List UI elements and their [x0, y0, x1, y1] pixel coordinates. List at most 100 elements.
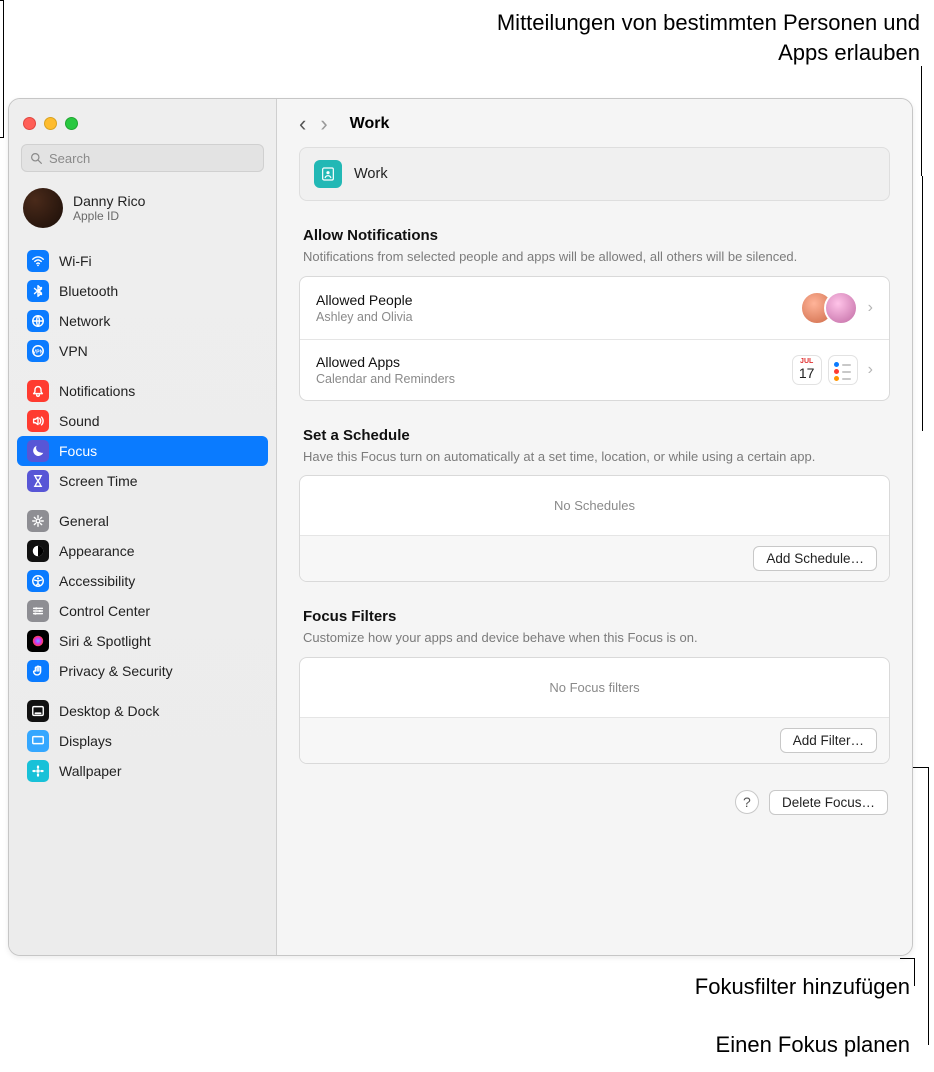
sidebar-item-vpn[interactable]: VPNVPN: [17, 336, 268, 366]
sidebar-item-label: Network: [59, 313, 110, 329]
lead-line: [922, 176, 923, 431]
wifi-icon: [27, 250, 49, 272]
back-button[interactable]: ‹: [299, 113, 306, 135]
search-placeholder: Search: [49, 151, 90, 166]
sidebar-item-label: Screen Time: [59, 473, 138, 489]
add-filter-button[interactable]: Add Filter…: [780, 728, 877, 753]
delete-focus-button[interactable]: Delete Focus…: [769, 790, 888, 815]
schedule-desc: Have this Focus turn on automatically at…: [303, 448, 863, 466]
sidebar-item-bluetooth[interactable]: Bluetooth: [17, 276, 268, 306]
sidebar-item-general[interactable]: General: [17, 506, 268, 536]
hand-icon: [27, 660, 49, 682]
display-icon: [27, 730, 49, 752]
sidebar-item-label: Privacy & Security: [59, 663, 173, 679]
sound-icon: [27, 410, 49, 432]
sidebar-item-notifications[interactable]: Notifications: [17, 376, 268, 406]
accessibility-icon: [27, 570, 49, 592]
sidebar-item-label: Bluetooth: [59, 283, 118, 299]
calendar-day: 17: [799, 365, 815, 381]
sidebar-item-label: Sound: [59, 413, 99, 429]
schedule-empty: No Schedules: [300, 476, 889, 535]
callout-add-filter: Fokusfilter hinzufügen: [590, 972, 910, 1002]
allowed-people-row[interactable]: Allowed People Ashley and Olivia ›: [300, 277, 889, 339]
search-icon: [30, 152, 43, 165]
hourglass-icon: [27, 470, 49, 492]
close-button[interactable]: [23, 117, 36, 130]
minimize-button[interactable]: [44, 117, 57, 130]
allowed-apps-row[interactable]: Allowed Apps Calendar and Reminders JUL …: [300, 339, 889, 400]
allow-desc: Notifications from selected people and a…: [303, 248, 863, 266]
sidebar-item-appearance[interactable]: Appearance: [17, 536, 268, 566]
gear-icon: [27, 510, 49, 532]
sidebar-item-displays[interactable]: Displays: [17, 726, 268, 756]
dock-icon: [27, 700, 49, 722]
callout-allow-notifications: Mitteilungen von bestimmten Personen und…: [450, 8, 920, 67]
sidebar-item-label: Siri & Spotlight: [59, 633, 151, 649]
allowed-people-title: Allowed People: [316, 292, 413, 308]
work-focus-icon: [314, 160, 342, 188]
sidebar-item-privacy-security[interactable]: Privacy & Security: [17, 656, 268, 686]
moon-icon: [27, 440, 49, 462]
bell-icon: [27, 380, 49, 402]
allowed-people-sub: Ashley and Olivia: [316, 310, 413, 324]
filters-card: No Focus filters Add Filter…: [299, 657, 890, 764]
lead-line: [921, 66, 922, 176]
sidebar-item-focus[interactable]: Focus: [17, 436, 268, 466]
account-name: Danny Rico: [73, 193, 145, 209]
sidebar-item-label: Focus: [59, 443, 97, 459]
add-schedule-button[interactable]: Add Schedule…: [753, 546, 877, 571]
sidebar-item-accessibility[interactable]: Accessibility: [17, 566, 268, 596]
calendar-month: JUL: [800, 358, 813, 365]
forward-button[interactable]: ›: [320, 113, 327, 135]
allow-card: Allowed People Ashley and Olivia ›: [299, 276, 890, 401]
account-sub: Apple ID: [73, 209, 145, 223]
sidebar-item-desktop-dock[interactable]: Desktop & Dock: [17, 696, 268, 726]
people-avatars: [800, 291, 858, 325]
schedule-card: No Schedules Add Schedule…: [299, 475, 890, 582]
settings-window: Search Danny Rico Apple ID Wi-Fi Bluetoot…: [8, 98, 913, 956]
sidebar-item-label: Wallpaper: [59, 763, 122, 779]
sidebar-item-label: General: [59, 513, 109, 529]
chevron-right-icon: ›: [868, 361, 873, 379]
main-panel: ‹ › Work Work Allow Notifications Notifi…: [277, 99, 912, 955]
sidebar-item-screen-time[interactable]: Screen Time: [17, 466, 268, 496]
sliders-icon: [27, 600, 49, 622]
siri-icon: [27, 630, 49, 652]
sidebar-item-wallpaper[interactable]: Wallpaper: [17, 756, 268, 786]
sidebar-item-network[interactable]: Network: [17, 306, 268, 336]
schedule-title: Set a Schedule: [303, 427, 886, 444]
allowed-apps-title: Allowed Apps: [316, 354, 455, 370]
schedule-section-header: Set a Schedule Have this Focus turn on a…: [299, 427, 890, 466]
apple-id-row[interactable]: Danny Rico Apple ID: [9, 178, 276, 242]
sidebar-item-label: Notifications: [59, 383, 135, 399]
avatar: [23, 188, 63, 228]
calendar-app-icon: JUL 17: [792, 355, 822, 385]
filters-title: Focus Filters: [303, 608, 886, 625]
app-icons: JUL 17: [792, 355, 858, 385]
header-bar: ‹ › Work: [277, 99, 912, 141]
sidebar-item-label: Wi-Fi: [59, 253, 92, 269]
page-title: Work: [350, 115, 390, 133]
filters-section-header: Focus Filters Customize how your apps an…: [299, 608, 890, 647]
focus-header-card: Work: [299, 147, 890, 201]
chevron-right-icon: ›: [868, 299, 873, 317]
filters-desc: Customize how your apps and device behav…: [303, 629, 863, 647]
sidebar-item-sound[interactable]: Sound: [17, 406, 268, 436]
sidebar-item-label: Control Center: [59, 603, 150, 619]
window-controls: [9, 107, 276, 142]
sidebar-item-siri-spotlight[interactable]: Siri & Spotlight: [17, 626, 268, 656]
sidebar-item-wi-fi[interactable]: Wi-Fi: [17, 246, 268, 276]
help-button[interactable]: ?: [735, 790, 759, 814]
allow-title: Allow Notifications: [303, 227, 886, 244]
sidebar-item-label: Appearance: [59, 543, 135, 559]
focus-name: Work: [354, 166, 388, 182]
zoom-button[interactable]: [65, 117, 78, 130]
person-avatar: [824, 291, 858, 325]
sidebar-item-control-center[interactable]: Control Center: [17, 596, 268, 626]
search-input[interactable]: Search: [21, 144, 264, 172]
lead-line: [928, 767, 929, 1045]
appearance-icon: [27, 540, 49, 562]
sidebar-item-label: Accessibility: [59, 573, 135, 589]
flower-icon: [27, 760, 49, 782]
lead-line: [900, 958, 915, 959]
